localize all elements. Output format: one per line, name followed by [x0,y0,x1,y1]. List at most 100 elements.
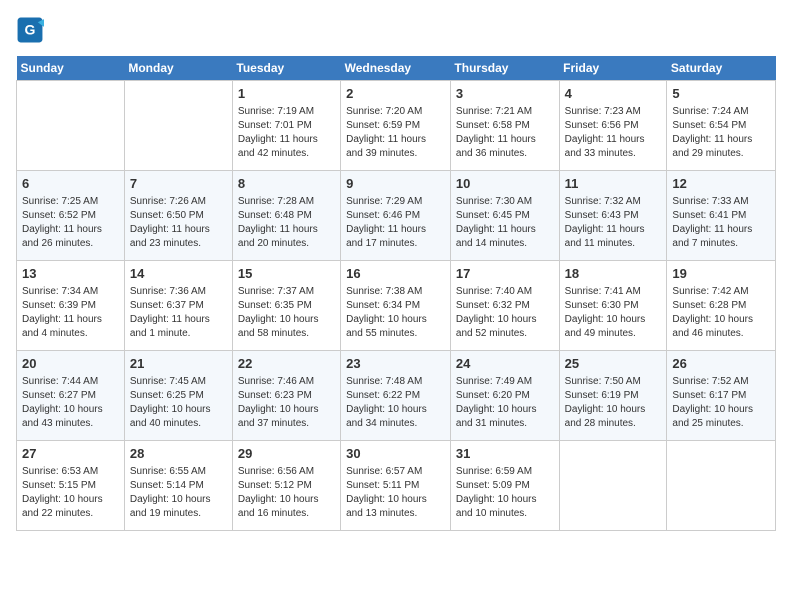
cell-info: Daylight: 11 hours [238,133,335,147]
day-number: 17 [456,265,554,283]
weekday-header-saturday: Saturday [667,56,776,81]
cell-info: Sunrise: 6:56 AM [238,465,335,479]
day-number: 6 [22,175,119,193]
cell-info: Daylight: 11 hours [346,133,445,147]
cell-info: Sunrise: 7:46 AM [238,375,335,389]
cell-info: Daylight: 10 hours [565,313,662,327]
calendar-cell: 23Sunrise: 7:48 AMSunset: 6:22 PMDayligh… [341,351,451,441]
cell-info: and 17 minutes. [346,237,445,251]
cell-info: Sunset: 6:50 PM [130,209,227,223]
weekday-header-wednesday: Wednesday [341,56,451,81]
calendar-cell: 6 Sunrise: 7:25 AMSunset: 6:52 PMDaylight… [17,171,125,261]
calendar-cell [667,441,776,531]
cell-info: Daylight: 11 hours [238,223,335,237]
cell-info: Sunset: 6:22 PM [346,389,445,403]
weekday-header-thursday: Thursday [450,56,559,81]
cell-info: Sunrise: 7:38 AM [346,285,445,299]
cell-info: Sunrise: 7:42 AM [672,285,770,299]
cell-info: Sunrise: 7:29 AM [346,195,445,209]
calendar-body: 1Sunrise: 7:19 AMSunset: 7:01 PMDaylight… [17,81,776,531]
cell-info: Daylight: 11 hours [130,313,227,327]
cell-info: Sunset: 7:01 PM [238,119,335,133]
day-number: 9 [346,175,445,193]
cell-info: Daylight: 10 hours [238,313,335,327]
calendar-cell: 7Sunrise: 7:26 AMSunset: 6:50 PMDaylight… [124,171,232,261]
cell-info: and 22 minutes. [22,507,119,521]
logo: G [16,16,48,44]
cell-info: and 31 minutes. [456,417,554,431]
calendar-cell: 18Sunrise: 7:41 AMSunset: 6:30 PMDayligh… [559,261,667,351]
day-number: 25 [565,355,662,373]
cell-info: Daylight: 10 hours [22,493,119,507]
cell-info: Daylight: 10 hours [456,313,554,327]
cell-info: Sunrise: 7:49 AM [456,375,554,389]
calendar-cell: 29Sunrise: 6:56 AMSunset: 5:12 PMDayligh… [232,441,340,531]
cell-info: Daylight: 10 hours [456,493,554,507]
calendar-cell: 3Sunrise: 7:21 AMSunset: 6:58 PMDaylight… [450,81,559,171]
cell-info: and 52 minutes. [456,327,554,341]
cell-info: Daylight: 11 hours [565,133,662,147]
day-number: 26 [672,355,770,373]
cell-info: Sunrise: 7:36 AM [130,285,227,299]
cell-info: and 25 minutes. [672,417,770,431]
cell-info: Daylight: 10 hours [565,403,662,417]
day-number: 30 [346,445,445,463]
cell-info: Sunrise: 7:23 AM [565,105,662,119]
calendar-cell: 11Sunrise: 7:32 AMSunset: 6:43 PMDayligh… [559,171,667,261]
cell-info: Daylight: 10 hours [346,493,445,507]
cell-info: and 26 minutes. [22,237,119,251]
week-row-4: 20Sunrise: 7:44 AMSunset: 6:27 PMDayligh… [17,351,776,441]
cell-info: and 23 minutes. [130,237,227,251]
cell-info: Daylight: 11 hours [672,223,770,237]
cell-info: Sunrise: 7:24 AM [672,105,770,119]
cell-info: Daylight: 10 hours [238,493,335,507]
day-number: 29 [238,445,335,463]
cell-info: and 42 minutes. [238,147,335,161]
cell-info: and 33 minutes. [565,147,662,161]
weekday-header-row: SundayMondayTuesdayWednesdayThursdayFrid… [17,56,776,81]
cell-info: Daylight: 10 hours [22,403,119,417]
cell-info: Daylight: 11 hours [22,223,119,237]
calendar-cell: 19Sunrise: 7:42 AMSunset: 6:28 PMDayligh… [667,261,776,351]
cell-info: Daylight: 10 hours [456,403,554,417]
calendar-cell: 24Sunrise: 7:49 AMSunset: 6:20 PMDayligh… [450,351,559,441]
cell-info: Sunset: 6:52 PM [22,209,119,223]
calendar-cell: 12Sunrise: 7:33 AMSunset: 6:41 PMDayligh… [667,171,776,261]
cell-info: Sunrise: 7:25 AM [22,195,119,209]
cell-info: Sunrise: 7:32 AM [565,195,662,209]
cell-info: Sunrise: 6:53 AM [22,465,119,479]
day-number: 8 [238,175,335,193]
calendar-cell: 28Sunrise: 6:55 AMSunset: 5:14 PMDayligh… [124,441,232,531]
day-number: 13 [22,265,119,283]
calendar-cell: 26Sunrise: 7:52 AMSunset: 6:17 PMDayligh… [667,351,776,441]
cell-info: Sunset: 6:58 PM [456,119,554,133]
day-number: 22 [238,355,335,373]
cell-info: Daylight: 11 hours [672,133,770,147]
weekday-header-sunday: Sunday [17,56,125,81]
calendar-cell: 14Sunrise: 7:36 AMSunset: 6:37 PMDayligh… [124,261,232,351]
cell-info: and 39 minutes. [346,147,445,161]
cell-info: Sunrise: 7:48 AM [346,375,445,389]
calendar-cell: 21Sunrise: 7:45 AMSunset: 6:25 PMDayligh… [124,351,232,441]
cell-info: Sunset: 6:46 PM [346,209,445,223]
day-number: 18 [565,265,662,283]
svg-text:G: G [25,22,36,38]
cell-info: Daylight: 11 hours [456,223,554,237]
weekday-header-monday: Monday [124,56,232,81]
cell-info: and 43 minutes. [22,417,119,431]
day-number: 28 [130,445,227,463]
calendar-cell [17,81,125,171]
day-number: 11 [565,175,662,193]
cell-info: and 40 minutes. [130,417,227,431]
calendar-cell: 5Sunrise: 7:24 AMSunset: 6:54 PMDaylight… [667,81,776,171]
cell-info: Sunset: 6:48 PM [238,209,335,223]
cell-info: Sunset: 5:09 PM [456,479,554,493]
cell-info: Sunset: 6:32 PM [456,299,554,313]
cell-info: Daylight: 10 hours [672,403,770,417]
calendar-cell: 1Sunrise: 7:19 AMSunset: 7:01 PMDaylight… [232,81,340,171]
cell-info: and 19 minutes. [130,507,227,521]
cell-info: Daylight: 11 hours [22,313,119,327]
weekday-header-friday: Friday [559,56,667,81]
cell-info: Sunset: 6:56 PM [565,119,662,133]
day-number: 15 [238,265,335,283]
